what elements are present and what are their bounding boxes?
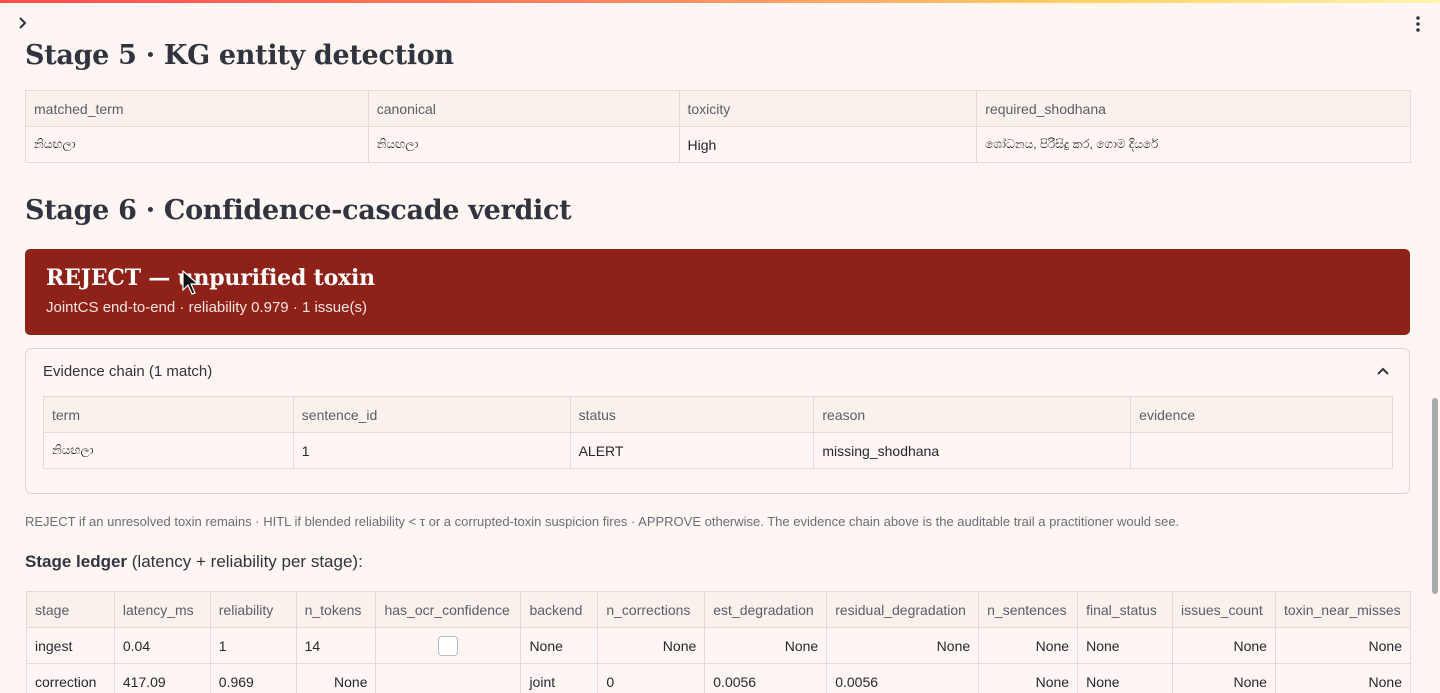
table-cell[interactable]: 0.0056 [704,663,828,693]
kebab-menu-icon [1416,16,1420,32]
table-cell[interactable]: ingest [26,627,115,664]
mouse-cursor-icon [182,270,200,295]
column-header[interactable]: reliability [209,591,297,628]
table-cell[interactable]: 0.969 [209,663,297,693]
ledger-heading-rest: (latency + reliability per stage): [127,552,363,571]
column-header[interactable]: est_degradation [704,591,828,628]
column-header[interactable]: n_corrections [597,591,706,628]
table-cell[interactable]: None [978,627,1079,664]
ocr-confidence-checkbox[interactable] [438,635,459,656]
column-header[interactable]: evidence [1130,396,1393,433]
ledger-heading-bold: Stage ledger [25,552,128,571]
table-cell[interactable]: None [704,627,828,664]
column-header[interactable]: matched_term [25,90,369,127]
sidebar-toggle-button[interactable] [14,14,32,32]
column-header[interactable]: issues_count [1172,591,1276,628]
table-cell[interactable]: missing_shodhana [813,432,1132,469]
chevron-right-icon [19,17,27,29]
table-cell [375,627,522,664]
verdict-caption: REJECT if an unresolved toxin remains · … [25,514,1180,529]
verdict-title: REJECT — unpurified toxin [46,265,375,291]
table-cell[interactable]: None [1274,627,1412,664]
column-header[interactable]: backend [520,591,599,628]
table-cell[interactable]: ALERT [569,432,815,469]
main-menu-button[interactable] [1410,14,1426,34]
table-cell[interactable]: None [295,663,377,693]
table-cell[interactable]: 1 [209,627,297,664]
verdict-banner: REJECT — unpurified toxin JointCS end-to… [25,249,1410,335]
column-header[interactable]: n_sentences [978,591,1079,628]
table-cell[interactable]: 0.0056 [826,663,980,693]
chevron-up-icon [1377,367,1389,375]
table-cell[interactable]: None [520,627,599,664]
table-cell[interactable]: joint [520,663,599,693]
table-row: correction 417.09 0.969 None joint 0 0.0… [26,663,1412,693]
expander-toggle-button[interactable] [1375,363,1391,379]
table-cell[interactable]: ශෝධනය, පිරිසිදු කර, ගොම දියරේ [976,126,1411,163]
table-header-row: matched_term canonical toxicity required… [25,90,1411,127]
column-header[interactable]: canonical [367,90,680,127]
table-header-row: stage latency_ms reliability n_tokens ha… [26,591,1412,628]
table-cell[interactable]: None [1077,663,1173,693]
table-cell[interactable]: None [1172,663,1276,693]
table-cell[interactable]: correction [26,663,115,693]
table-cell[interactable]: 0 [597,663,706,693]
column-header[interactable]: required_shodhana [976,90,1411,127]
table-cell[interactable]: 1 [292,432,571,469]
table-cell[interactable]: None [1077,627,1173,664]
column-header[interactable]: n_tokens [295,591,377,628]
table-row: ingest 0.04 1 14 None None None None Non… [26,627,1412,664]
column-header[interactable]: toxin_near_misses [1274,591,1412,628]
table-header-row: term sentence_id status reason evidence [43,396,1393,433]
ledger-table[interactable]: stage latency_ms reliability n_tokens ha… [26,591,1412,693]
table-cell[interactable] [375,663,522,693]
verdict-subtitle: JointCS end-to-end · reliability 0.979 ·… [46,299,367,316]
column-header[interactable]: residual_degradation [826,591,980,628]
table-cell[interactable]: 14 [295,627,377,664]
table-cell[interactable]: None [1172,627,1276,664]
evidence-table[interactable]: term sentence_id status reason evidence … [43,396,1393,469]
table-row: නියඟලා නියඟලා High ශෝධනය, පිරිසිදු කර, ග… [25,126,1411,163]
stage6-heading: Stage 6 · Confidence-cascade verdict [25,195,572,226]
ledger-heading: Stage ledger (latency + reliability per … [25,552,363,572]
table-cell[interactable] [1130,432,1393,469]
column-header[interactable]: reason [813,396,1132,433]
table-cell[interactable]: None [826,627,980,664]
column-header[interactable]: term [43,396,294,433]
header-decoration-stripe [0,0,1440,3]
table-cell[interactable]: නියඟලා [43,432,294,469]
table-cell[interactable]: නියඟලා [25,126,369,163]
column-header[interactable]: sentence_id [292,396,571,433]
expander-label[interactable]: Evidence chain (1 match) [43,363,212,380]
column-header[interactable]: status [569,396,815,433]
table-cell[interactable]: නියඟලා [367,126,680,163]
table-cell[interactable]: 417.09 [113,663,211,693]
table-cell[interactable]: None [597,627,706,664]
table-row: නියඟලා 1 ALERT missing_shodhana [43,432,1393,469]
page-scrollbar[interactable] [1432,398,1438,594]
table-cell[interactable]: None [1274,663,1412,693]
column-header[interactable]: stage [26,591,115,628]
column-header[interactable]: final_status [1077,591,1173,628]
table-cell[interactable]: 0.04 [113,627,211,664]
table-cell[interactable]: High [678,126,978,163]
column-header[interactable]: latency_ms [113,591,211,628]
column-header[interactable]: has_ocr_confidence [375,591,522,628]
stage5-table[interactable]: matched_term canonical toxicity required… [25,90,1411,163]
column-header[interactable]: toxicity [678,90,978,127]
stage5-heading: Stage 5 · KG entity detection [25,40,454,71]
table-cell[interactable]: None [978,663,1079,693]
